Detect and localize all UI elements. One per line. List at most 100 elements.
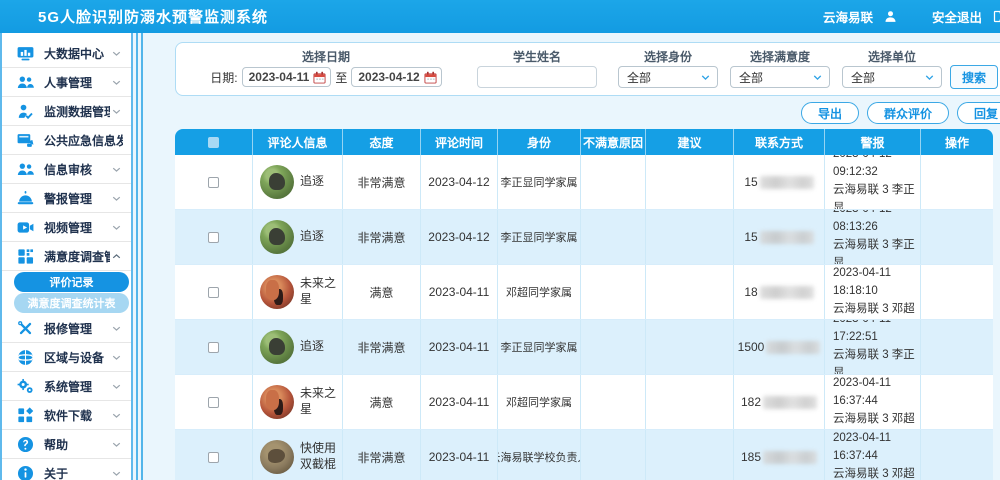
operation-cell <box>921 265 993 319</box>
sidebar-item-video[interactable]: 视频管理 <box>2 213 131 242</box>
logout-label[interactable]: 安全退出 <box>932 7 982 26</box>
alarm-line: 2023-04-12 <box>833 210 892 219</box>
table-row: 追逐非常满意2023-04-12李正显同学家属152023-04-1209:12… <box>175 155 993 210</box>
phone-prefix: 185 <box>741 450 761 464</box>
sidebar-item-survey[interactable]: 满意度调查管理 <box>2 242 131 271</box>
attitude-cell: 满意 <box>343 375 421 429</box>
header-checkbox-cell <box>175 129 253 155</box>
identity-cell: 李正显同学家属 <box>498 210 581 264</box>
region-icon <box>16 348 35 367</box>
suggestion-cell <box>646 320 734 374</box>
sidebar-item-monitor-data[interactable]: 监测数据管理 <box>2 97 131 126</box>
date-filter-label: 选择日期 <box>190 48 462 65</box>
sidebar-item-repair[interactable]: 报修管理 <box>2 314 131 343</box>
sidebar-item-software[interactable]: 软件下载 <box>2 401 131 430</box>
table-row: 追逐非常满意2023-04-12李正显同学家属152023-04-1208:13… <box>175 210 993 265</box>
alarm-line: 2023-04-11 <box>833 265 891 283</box>
identity-cell: 云海易联学校负责人 <box>498 430 581 480</box>
sidebar-item-hr[interactable]: 人事管理 <box>2 68 131 97</box>
commenter-cell: 快使用双截棍 <box>253 430 343 480</box>
alarm-line: 云海易联 3 邓超 <box>833 301 915 319</box>
sidebar-item-about[interactable]: 关于 <box>2 459 131 480</box>
attitude-cell: 非常满意 <box>343 155 421 209</box>
row-checkbox[interactable] <box>208 177 219 188</box>
identity-cell: 李正显同学家属 <box>498 155 581 209</box>
search-button[interactable]: 搜索 <box>950 65 998 89</box>
row-checkbox[interactable] <box>208 232 219 243</box>
current-user-label[interactable]: 云海易联 <box>823 7 873 26</box>
unit-filter-label: 选择单位 <box>836 48 948 65</box>
chevron-down-icon <box>110 192 123 205</box>
sidebar-subitem-8[interactable]: 评价记录 <box>14 272 129 292</box>
table-header-row: 评论人信息态度评论时间身份不满意原因建议联系方式警报操作 <box>175 129 993 155</box>
sidebar-item-label: 系统管理 <box>44 378 110 395</box>
table-body: 追逐非常满意2023-04-12李正显同学家属152023-04-1209:12… <box>175 155 993 480</box>
commenter-cell: 未来之星 <box>253 375 343 429</box>
chevron-down-icon <box>110 163 123 176</box>
satisfaction-select[interactable]: 全部 <box>730 66 830 88</box>
avatar <box>260 165 294 199</box>
identity-cell: 李正显同学家属 <box>498 320 581 374</box>
row-checkbox[interactable] <box>208 452 219 463</box>
student-name-input[interactable] <box>477 66 597 88</box>
contact-cell: 185 <box>734 430 825 480</box>
sidebar-item-broadcast[interactable]: 公共应急信息发布 <box>2 126 131 155</box>
row-checkbox[interactable] <box>208 397 219 408</box>
alarm-line: 2023-04-12 <box>833 155 892 164</box>
satisfaction-filter-label: 选择满意度 <box>724 48 836 65</box>
sidebar-item-label: 人事管理 <box>44 74 110 91</box>
row-checkbox-cell <box>175 375 253 429</box>
phone-redacted <box>766 341 820 354</box>
sidebar-item-help[interactable]: 帮助 <box>2 430 131 459</box>
chevron-down-icon <box>110 105 123 118</box>
repair-icon <box>16 319 35 338</box>
date-from-input[interactable]: 2023-04-11 <box>242 67 332 87</box>
identity-select[interactable]: 全部 <box>618 66 718 88</box>
sidebar-subitem-9[interactable]: 满意度调查统计表 <box>14 293 129 313</box>
video-icon <box>16 218 35 237</box>
export-button[interactable]: 导出 <box>801 102 859 124</box>
phone-redacted <box>760 286 814 299</box>
commenter-cell: 追逐 <box>253 210 343 264</box>
reply-button[interactable]: 回复 <box>957 102 1000 124</box>
suggestion-cell <box>646 210 734 264</box>
sidebar-item-label: 区域与设备 <box>44 349 110 366</box>
select-all-checkbox[interactable] <box>208 137 219 148</box>
column-header: 警报 <box>825 129 921 155</box>
comment-time-cell: 2023-04-11 <box>421 430 498 480</box>
date-range-separator: 至 <box>335 69 347 86</box>
logout-icon[interactable] <box>992 9 1000 24</box>
sidebar-item-label: 软件下载 <box>44 407 110 424</box>
sidebar-scrollbar[interactable] <box>133 33 147 480</box>
row-checkbox-cell <box>175 265 253 319</box>
row-checkbox[interactable] <box>208 287 219 298</box>
alarm-line: 18:18:10 <box>833 283 878 301</box>
column-header: 态度 <box>343 129 421 155</box>
info-audit-icon <box>16 160 35 179</box>
sidebar-item-data-center[interactable]: 大数据中心 <box>2 39 131 68</box>
monitor-data-icon <box>16 102 35 121</box>
sidebar-item-system[interactable]: 系统管理 <box>2 372 131 401</box>
sidebar-item-label: 监测数据管理 <box>44 103 110 120</box>
public-review-button[interactable]: 群众评价 <box>867 102 949 124</box>
phone-redacted <box>763 396 817 409</box>
attitude-cell: 满意 <box>343 265 421 319</box>
alarm-line: 2023-04-11 <box>833 320 891 329</box>
comment-time-cell: 2023-04-12 <box>421 210 498 264</box>
row-checkbox[interactable] <box>208 342 219 353</box>
sidebar-item-region[interactable]: 区域与设备 <box>2 343 131 372</box>
chevron-down-icon <box>110 380 123 393</box>
row-checkbox-cell <box>175 430 253 480</box>
operation-cell <box>921 320 993 374</box>
alarm-cell: 2023-04-1116:37:44云海易联 3 邓超 <box>825 430 921 480</box>
alarm-line: 16:37:44 <box>833 448 878 466</box>
date-to-input[interactable]: 2023-04-12 <box>351 67 441 87</box>
sidebar-item-info-audit[interactable]: 信息审核 <box>2 155 131 184</box>
unit-select[interactable]: 全部 <box>842 66 942 88</box>
commenter-cell: 追逐 <box>253 320 343 374</box>
operation-cell <box>921 155 993 209</box>
sidebar-item-label: 大数据中心 <box>44 45 110 62</box>
column-header: 评论人信息 <box>253 129 343 155</box>
phone-prefix: 18 <box>744 285 757 299</box>
sidebar-item-alarm[interactable]: 警报管理 <box>2 184 131 213</box>
